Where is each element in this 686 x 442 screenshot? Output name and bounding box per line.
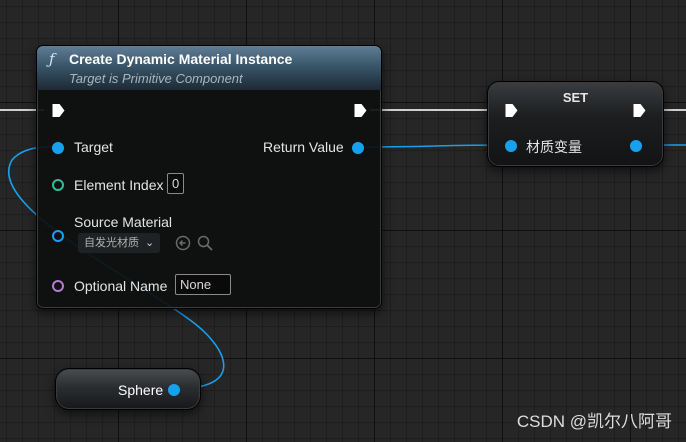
- sphere-getter-node[interactable]: Sphere: [55, 368, 201, 410]
- source-material-dropdown[interactable]: 自发光材质 ⌄: [78, 233, 161, 253]
- exec-output-pin[interactable]: [353, 103, 368, 118]
- optional-name-pin[interactable]: [52, 280, 64, 292]
- element-index-pin[interactable]: [52, 179, 64, 191]
- watermark: CSDN @凯尔八阿哥: [516, 412, 672, 431]
- browse-asset-search-icon[interactable]: [197, 235, 213, 251]
- target-pin[interactable]: [52, 142, 64, 154]
- set-variable-node[interactable]: SET 材质变量: [487, 81, 664, 167]
- return-value-pin[interactable]: [352, 142, 364, 154]
- sphere-label: Sphere: [118, 382, 164, 398]
- exec-input-pin[interactable]: [51, 103, 66, 118]
- node-header: ƒ Create Dynamic Material Instance Targe…: [37, 46, 381, 90]
- set-variable-label: 材质变量: [526, 139, 582, 155]
- optional-name-input[interactable]: None: [175, 274, 231, 295]
- element-index-label: Element Index: [74, 177, 164, 193]
- create-dynamic-material-instance-node[interactable]: ƒ Create Dynamic Material Instance Targe…: [36, 45, 382, 309]
- set-variable-input-pin[interactable]: [505, 140, 517, 152]
- optional-name-label: Optional Name: [74, 278, 168, 294]
- source-material-value: 自发光材质: [84, 237, 139, 249]
- node-subtitle: Target is Primitive Component: [69, 71, 243, 86]
- element-index-input[interactable]: 0: [167, 173, 185, 194]
- use-selected-asset-icon[interactable]: [175, 235, 191, 251]
- set-exec-input-pin[interactable]: [504, 103, 519, 118]
- source-material-label: Source Material: [74, 214, 173, 230]
- set-exec-output-pin[interactable]: [632, 103, 647, 118]
- sphere-output-pin[interactable]: [168, 384, 180, 396]
- node-title: Create Dynamic Material Instance: [69, 51, 293, 67]
- chevron-down-icon: ⌄: [145, 237, 155, 249]
- return-value-label: Return Value: [263, 139, 344, 155]
- target-label: Target: [74, 139, 113, 155]
- source-material-pin[interactable]: [52, 230, 64, 242]
- set-variable-output-pin[interactable]: [630, 140, 642, 152]
- function-icon: ƒ: [49, 50, 55, 68]
